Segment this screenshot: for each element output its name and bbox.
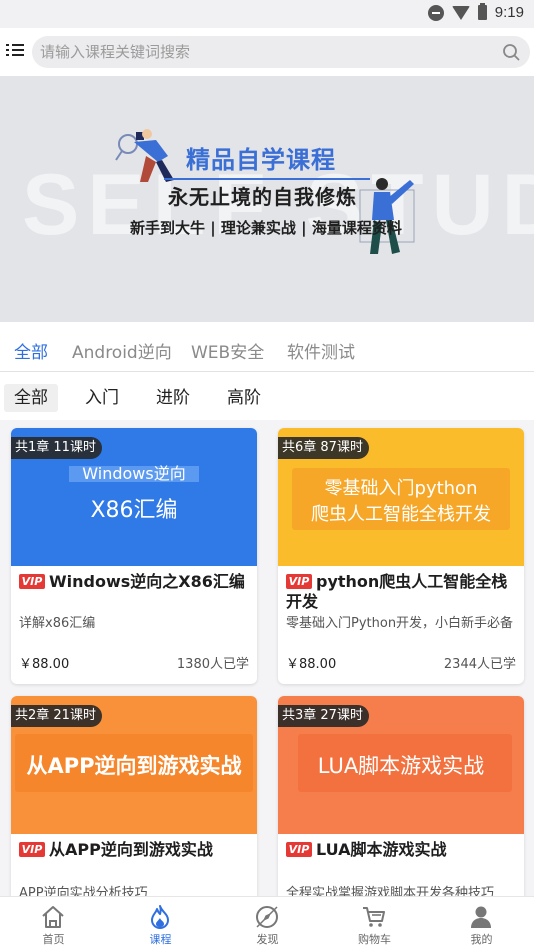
- wifi-icon: [451, 5, 470, 20]
- category-tabs: 全部 Android逆向 WEB安全 软件测试: [0, 322, 534, 375]
- level-filter: 全部 入门 进阶 高阶: [0, 372, 534, 420]
- thumbnail-line2: X86汇编: [90, 498, 178, 523]
- chapter-count-badge: 共2章 21课时: [11, 705, 102, 727]
- tab-software-testing[interactable]: 软件测试: [287, 338, 355, 363]
- level-all[interactable]: 全部: [4, 384, 58, 412]
- tabbar-cart[interactable]: 购物车: [321, 897, 428, 949]
- search-input[interactable]: [40, 36, 490, 68]
- tabbar-label: 购物车: [358, 933, 391, 946]
- search-header: [0, 28, 534, 76]
- search-box[interactable]: [32, 36, 530, 68]
- chapter-count-badge: 共3章 27课时: [278, 705, 369, 727]
- banner-title: 精品自学课程: [186, 146, 336, 174]
- do-not-disturb-icon: [427, 4, 444, 21]
- tabbar-profile[interactable]: 我的: [428, 897, 534, 949]
- course-title: VIP Windows逆向之X86汇编: [19, 572, 249, 592]
- course-title-text: python爬虫人工智能全栈开发: [286, 572, 508, 611]
- tabbar-discover[interactable]: 发现: [214, 897, 321, 949]
- course-card[interactable]: Windows逆向 X86汇编 共1章 11课时 VIP Windows逆向之X8…: [11, 428, 257, 684]
- course-title: VIP LUA脚本游戏实战: [286, 840, 516, 860]
- tabbar-label: 发现: [256, 933, 279, 946]
- tabbar-home[interactable]: 首页: [0, 897, 107, 949]
- course-price: ￥88.00: [286, 657, 337, 672]
- level-beginner[interactable]: 入门: [75, 384, 129, 412]
- tabbar-label: 我的: [470, 933, 493, 946]
- course-card[interactable]: 零基础入门python 爬虫人工智能全栈开发 共6章 87课时 VIP pytho…: [278, 428, 524, 684]
- thumbnail-line1: LUA脚本游戏实战: [317, 754, 485, 778]
- course-description: 详解x86汇编: [19, 616, 96, 631]
- thumbnail-line1: Windows逆向: [82, 464, 186, 483]
- tab-all[interactable]: 全部: [12, 338, 50, 375]
- battery-icon: [477, 3, 487, 20]
- course-description: 零基础入门Python开发，小白新手必备: [286, 616, 514, 631]
- level-advanced[interactable]: 高阶: [217, 384, 271, 412]
- banner-title-underline: [164, 178, 370, 180]
- thumbnail-line2: 爬虫人工智能全栈开发: [311, 504, 491, 525]
- course-thumbnail: 从APP逆向到游戏实战 共2章 21课时: [11, 696, 257, 834]
- bottom-tabbar: 首页 课程 发现 购物车 我的: [0, 896, 534, 949]
- vip-badge: VIP: [286, 574, 312, 589]
- thumbnail-line1: 零基础入门python: [324, 478, 478, 499]
- status-time: 9:19: [494, 4, 524, 21]
- tabbar-label: 首页: [42, 933, 65, 946]
- search-icon[interactable]: [502, 43, 520, 61]
- course-thumbnail: Windows逆向 X86汇编 共1章 11课时: [11, 428, 257, 566]
- vip-badge: VIP: [19, 842, 45, 857]
- course-price: ￥88.00: [19, 657, 70, 672]
- course-thumbnail: 零基础入门python 爬虫人工智能全栈开发 共6章 87课时: [278, 428, 524, 566]
- compass-icon: [256, 906, 278, 928]
- learner-count: 1380人已学: [176, 657, 249, 672]
- category-menu-icon[interactable]: [6, 42, 26, 60]
- course-title-text: Windows逆向之X86汇编: [49, 572, 245, 591]
- cart-icon: [363, 907, 385, 927]
- banner-tagline: 新手到大牛 | 理论兼实战 | 海量课程资料: [130, 219, 402, 237]
- tab-web-security[interactable]: WEB安全: [191, 338, 264, 363]
- learner-count: 2344人已学: [443, 657, 516, 672]
- chapter-count-badge: 共6章 87课时: [278, 437, 369, 459]
- course-title: VIP python爬虫人工智能全栈开发: [286, 572, 516, 612]
- level-intermediate[interactable]: 进阶: [146, 384, 200, 412]
- flame-icon: [151, 905, 169, 929]
- promo-banner[interactable]: SELF STUDY 精品自学课程 永无止境的自我修炼 新手到大牛 | 理论兼实…: [0, 76, 534, 322]
- user-icon: [471, 906, 491, 928]
- vip-badge: VIP: [286, 842, 312, 857]
- course-description: 全程实战掌握游戏脚本开发各种技巧: [286, 886, 495, 896]
- thumbnail-line1: 从APP逆向到游戏实战: [26, 754, 242, 778]
- course-thumbnail: LUA脚本游戏实战 共3章 27课时: [278, 696, 524, 834]
- chapter-count-badge: 共1章 11课时: [11, 437, 102, 459]
- course-card[interactable]: 从APP逆向到游戏实战 共2章 21课时 VIP 从APP逆向到游戏实战 APP逆…: [11, 696, 257, 896]
- tabbar-courses[interactable]: 课程: [107, 897, 214, 949]
- course-description: APP逆向实战分析技巧: [19, 886, 148, 896]
- course-title-text: 从APP逆向到游戏实战: [49, 840, 213, 859]
- vip-badge: VIP: [19, 574, 45, 589]
- banner-subtitle: 永无止境的自我修炼: [168, 185, 357, 209]
- home-icon: [42, 906, 64, 928]
- course-title-text: LUA脚本游戏实战: [316, 840, 447, 859]
- course-title: VIP 从APP逆向到游戏实战: [19, 840, 249, 860]
- tab-android-reverse[interactable]: Android逆向: [72, 338, 172, 363]
- status-bar: 9:19: [0, 0, 534, 28]
- course-card[interactable]: LUA脚本游戏实战 共3章 27课时 VIP LUA脚本游戏实战 全程实战掌握游戏…: [278, 696, 524, 896]
- tabbar-label: 课程: [149, 933, 172, 946]
- course-grid: Windows逆向 X86汇编 共1章 11课时 VIP Windows逆向之X8…: [0, 420, 534, 896]
